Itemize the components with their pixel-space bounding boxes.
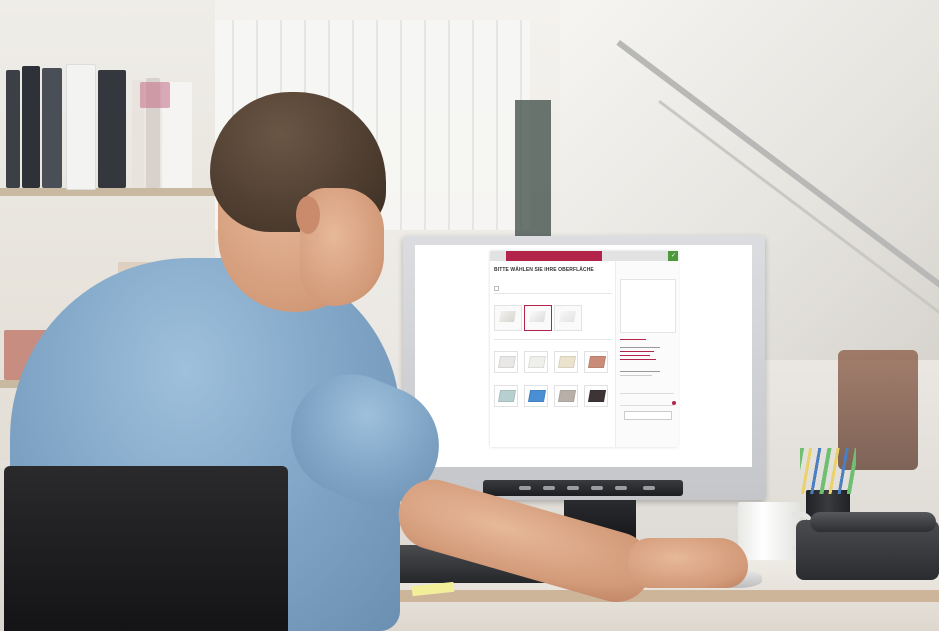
monitor: ✓ BITTE WÄHLEN SIE IHRE OBERFLÄCHE bbox=[403, 236, 765, 500]
sidebar-line bbox=[620, 371, 660, 372]
monitor-button[interactable] bbox=[567, 486, 579, 490]
power-button[interactable] bbox=[643, 486, 655, 490]
monitor-button[interactable] bbox=[519, 486, 531, 490]
color-swatch[interactable] bbox=[524, 385, 548, 407]
color-swatch[interactable] bbox=[554, 385, 578, 407]
pens bbox=[800, 448, 856, 494]
sidebar-line bbox=[620, 351, 654, 352]
monitor-control-strip bbox=[483, 480, 683, 496]
color-swatch[interactable] bbox=[584, 351, 608, 373]
office-photo: ✓ BITTE WÄHLEN SIE IHRE OBERFLÄCHE bbox=[0, 0, 939, 631]
divider bbox=[494, 293, 612, 294]
window-pillar bbox=[515, 100, 551, 250]
color-swatch[interactable] bbox=[584, 385, 608, 407]
summary-sidebar bbox=[615, 261, 679, 447]
configurator-page: ✓ BITTE WÄHLEN SIE IHRE OBERFLÄCHE bbox=[490, 251, 679, 447]
progress-step-active[interactable] bbox=[506, 251, 602, 261]
quantity-field[interactable] bbox=[620, 387, 674, 394]
variant-tile[interactable] bbox=[494, 305, 522, 331]
sidebar-line bbox=[620, 347, 660, 348]
sidebar-line bbox=[620, 359, 656, 360]
remove-icon[interactable] bbox=[672, 401, 676, 405]
monitor-button[interactable] bbox=[615, 486, 627, 490]
monitor-screen: ✓ BITTE WÄHLEN SIE IHRE OBERFLÄCHE bbox=[415, 245, 752, 467]
variant-tile[interactable] bbox=[554, 305, 582, 331]
person-hand bbox=[628, 538, 748, 588]
sidebar-line bbox=[620, 375, 652, 376]
phone-handset bbox=[810, 512, 936, 532]
sidebar-line bbox=[620, 355, 650, 356]
person-ear bbox=[296, 196, 320, 234]
monitor-button[interactable] bbox=[591, 486, 603, 490]
office-chair bbox=[4, 466, 288, 631]
preview-box bbox=[620, 279, 676, 333]
monitor-button[interactable] bbox=[543, 486, 555, 490]
divider bbox=[494, 339, 612, 340]
variant-tile-selected[interactable] bbox=[524, 305, 552, 331]
option-checkbox[interactable] bbox=[494, 286, 499, 291]
color-swatch[interactable] bbox=[524, 351, 548, 373]
page-title: BITTE WÄHLEN SIE IHRE OBERFLÄCHE bbox=[494, 267, 594, 273]
quantity-field[interactable] bbox=[620, 399, 674, 406]
color-swatch[interactable] bbox=[494, 385, 518, 407]
add-to-cart-button[interactable] bbox=[624, 411, 672, 420]
sidebar-line bbox=[620, 339, 646, 340]
color-swatch[interactable] bbox=[494, 351, 518, 373]
checkmark-icon: ✓ bbox=[670, 253, 676, 259]
color-swatch[interactable] bbox=[554, 351, 578, 373]
coffee-mug bbox=[738, 502, 800, 560]
